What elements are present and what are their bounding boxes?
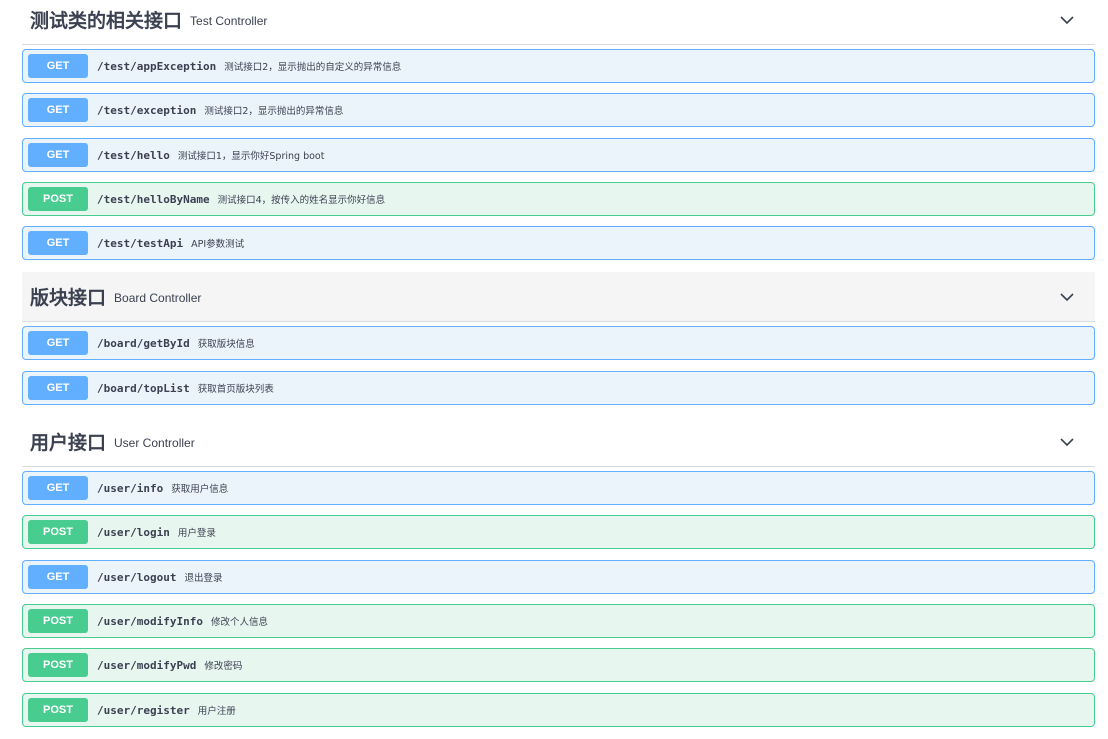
operation-summary: 修改密码: [204, 661, 243, 672]
operation-summary: 测试接口2，显示抛出的异常信息: [204, 106, 344, 117]
tag-name: 版块接口: [30, 287, 107, 309]
operation-summary: 用户登录: [177, 528, 216, 539]
method-badge: GET: [28, 231, 88, 255]
operation-path: /board/getById: [97, 336, 190, 350]
method-badge: POST: [28, 698, 88, 722]
operation-board-toplist[interactable]: GET /board/topList 获取首页版块列表: [22, 371, 1095, 405]
method-badge: GET: [28, 376, 88, 400]
operation-summary: 测试接口4，按传入的姓名显示你好信息: [217, 195, 386, 206]
chevron-down-icon[interactable]: [1059, 289, 1075, 305]
tag-name: 测试类的相关接口: [30, 10, 183, 32]
operation-test-testapi[interactable]: GET /test/testApi API参数测试: [22, 226, 1095, 260]
tag-header-user[interactable]: 用户接口 User Controller: [22, 417, 1095, 467]
method-badge: GET: [28, 565, 88, 589]
operation-path: /user/info: [97, 481, 164, 495]
method-badge: POST: [28, 187, 88, 211]
operation-path: /test/helloByName: [97, 192, 210, 206]
method-badge: GET: [28, 476, 88, 500]
operation-summary: 测试接口2，显示抛出的自定义的异常信息: [224, 62, 402, 73]
operation-user-modifyinfo[interactable]: POST /user/modifyInfo 修改个人信息: [22, 604, 1095, 638]
method-badge: POST: [28, 653, 88, 677]
operation-board-getbyid[interactable]: GET /board/getById 获取版块信息: [22, 326, 1095, 360]
method-badge: GET: [28, 143, 88, 167]
operation-path: /user/login: [97, 525, 170, 539]
operation-path: /user/logout: [97, 570, 177, 584]
tag-description: User Controller: [114, 436, 195, 450]
tag-description: Test Controller: [190, 14, 268, 28]
operation-test-hello[interactable]: GET /test/hello 测试接口1，显示你好Spring boot: [22, 138, 1095, 172]
operation-user-register[interactable]: POST /user/register 用户注册: [22, 693, 1095, 727]
operation-summary: 用户注册: [197, 706, 236, 717]
operation-test-appexception[interactable]: GET /test/appException 测试接口2，显示抛出的自定义的异常…: [22, 49, 1095, 83]
operation-path: /test/hello: [97, 148, 170, 162]
tag-header-test[interactable]: 测试类的相关接口 Test Controller: [22, 0, 1095, 45]
operation-user-info[interactable]: GET /user/info 获取用户信息: [22, 471, 1095, 505]
method-badge: GET: [28, 54, 88, 78]
method-badge: POST: [28, 609, 88, 633]
operation-test-hellobyname[interactable]: POST /test/helloByName 测试接口4，按传入的姓名显示你好信…: [22, 182, 1095, 216]
operation-summary: 获取首页版块列表: [197, 384, 274, 395]
tag-name: 用户接口: [30, 432, 107, 454]
operation-summary: 修改个人信息: [210, 617, 268, 628]
tag-header-board[interactable]: 版块接口 Board Controller: [22, 272, 1095, 322]
operation-summary: 测试接口1，显示你好Spring boot: [177, 151, 325, 162]
operation-path: /user/modifyInfo: [97, 614, 203, 628]
method-badge: GET: [28, 331, 88, 355]
operation-user-logout[interactable]: GET /user/logout 退出登录: [22, 560, 1095, 594]
tag-description: Board Controller: [114, 291, 202, 305]
method-badge: POST: [28, 520, 88, 544]
chevron-down-icon[interactable]: [1059, 434, 1075, 450]
operation-path: /test/testApi: [97, 236, 184, 250]
operation-path: /board/topList: [97, 381, 190, 395]
operation-path: /user/register: [97, 703, 190, 717]
operation-path: /user/modifyPwd: [97, 658, 197, 672]
operation-path: /test/exception: [97, 103, 197, 117]
method-badge: GET: [28, 98, 88, 122]
operation-user-modifypwd[interactable]: POST /user/modifyPwd 修改密码: [22, 648, 1095, 682]
operation-test-exception[interactable]: GET /test/exception 测试接口2，显示抛出的异常信息: [22, 93, 1095, 127]
chevron-down-icon[interactable]: [1059, 12, 1075, 28]
operation-user-login[interactable]: POST /user/login 用户登录: [22, 515, 1095, 549]
operation-summary: 退出登录: [184, 573, 223, 584]
operation-summary: API参数测试: [191, 239, 245, 250]
operation-summary: 获取版块信息: [197, 339, 255, 350]
operation-summary: 获取用户信息: [171, 484, 229, 495]
operation-path: /test/appException: [97, 59, 217, 73]
